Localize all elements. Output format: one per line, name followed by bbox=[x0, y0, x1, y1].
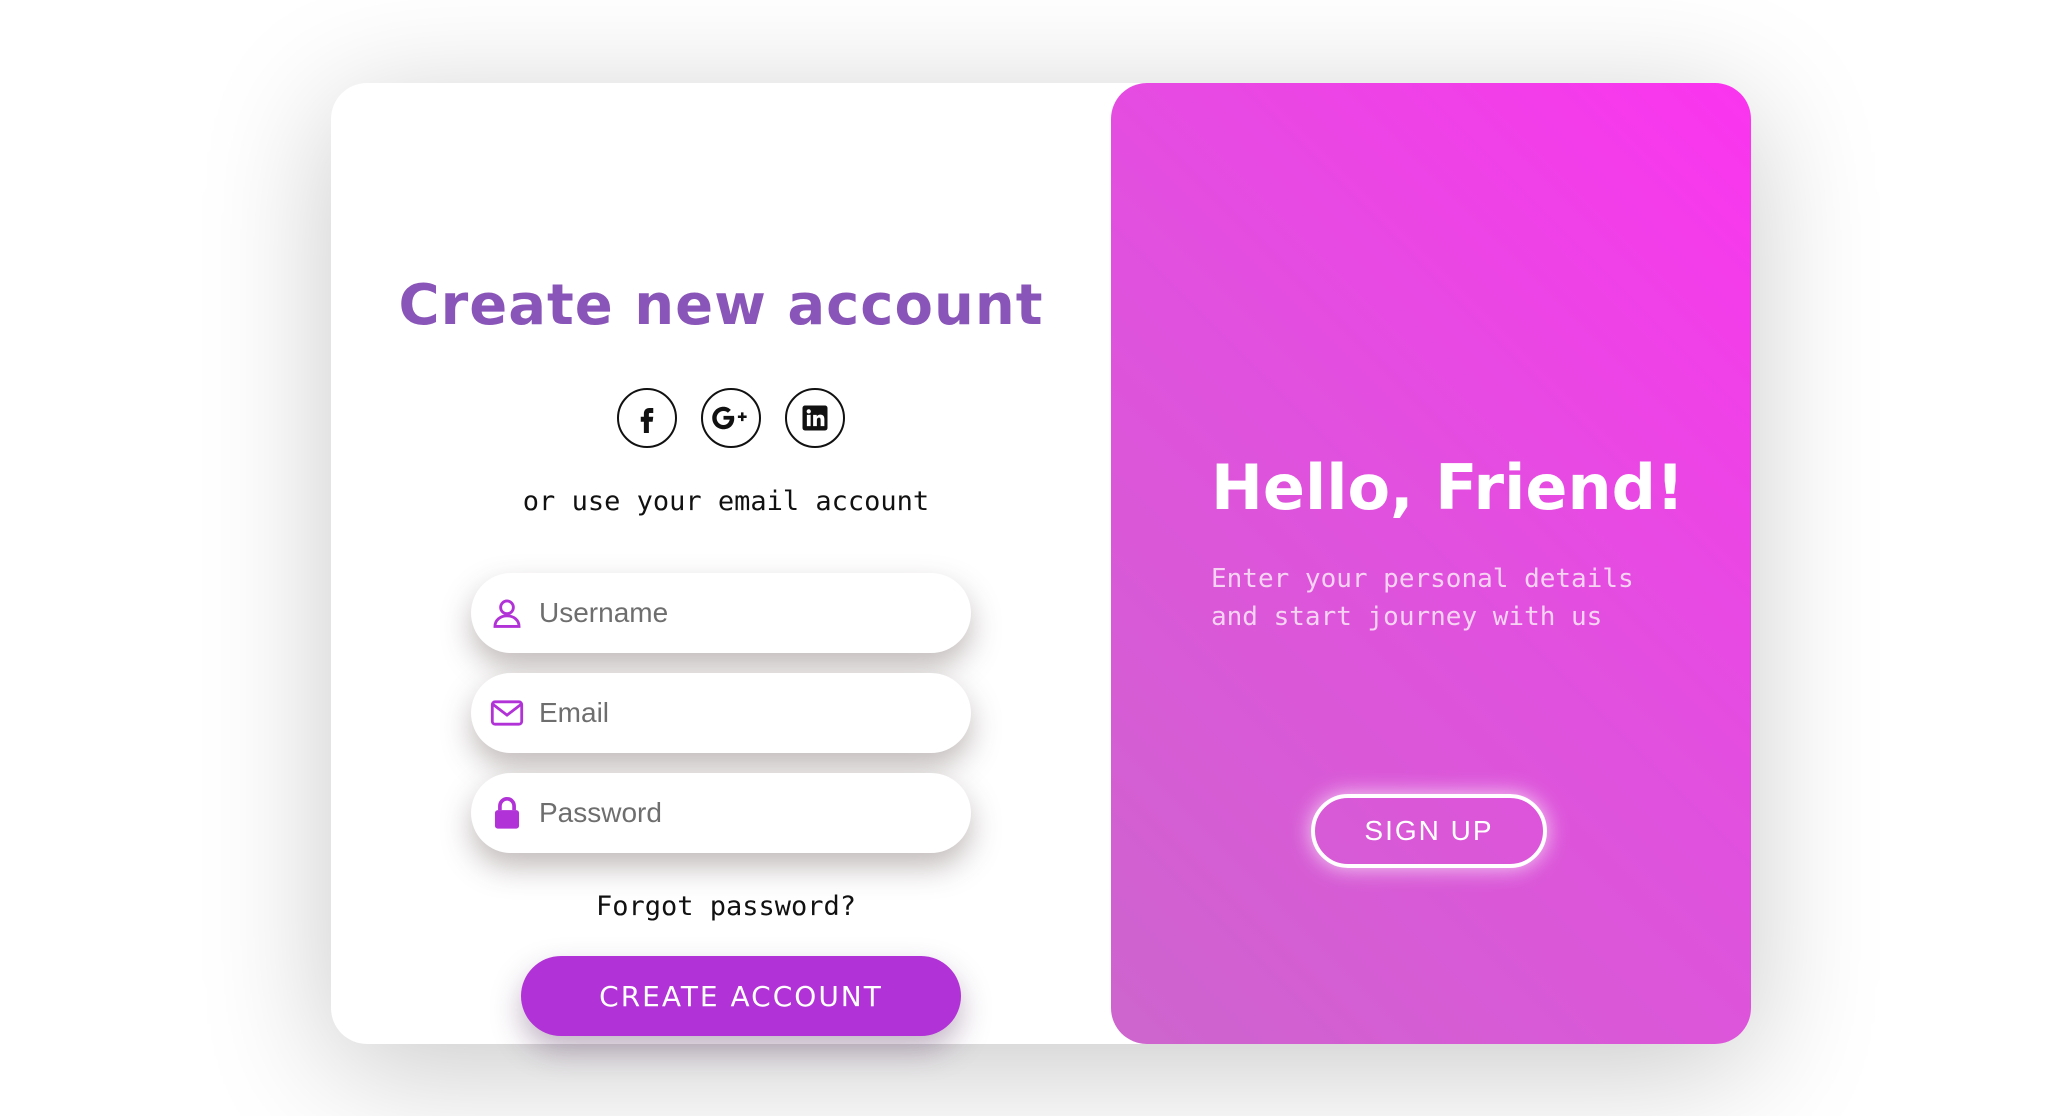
facebook-icon bbox=[640, 408, 654, 433]
form-title: Create new account bbox=[398, 273, 1044, 338]
facebook-button[interactable] bbox=[617, 388, 677, 448]
email-field[interactable] bbox=[471, 673, 971, 753]
password-field[interactable] bbox=[471, 773, 971, 853]
password-input[interactable] bbox=[537, 796, 941, 830]
username-field[interactable] bbox=[471, 573, 971, 653]
email-input[interactable] bbox=[537, 696, 941, 730]
sign-up-form-panel: Create new account or use your email acc… bbox=[331, 83, 1111, 1044]
email-option-text: or use your email account bbox=[522, 486, 930, 517]
forgot-password-link[interactable]: Forgot password? bbox=[331, 891, 1121, 922]
sign-up-button[interactable]: SIGN UP bbox=[1311, 794, 1547, 868]
google-plus-button[interactable] bbox=[701, 388, 761, 448]
create-account-button[interactable]: CREATE ACCOUNT bbox=[521, 956, 961, 1036]
social-login-group bbox=[617, 388, 857, 452]
page: Create new account or use your email acc… bbox=[0, 0, 2056, 1116]
user-icon bbox=[489, 595, 525, 631]
mail-icon bbox=[489, 695, 525, 731]
auth-card: Create new account or use your email acc… bbox=[331, 83, 1751, 1044]
linkedin-button[interactable] bbox=[785, 388, 845, 448]
welcome-panel: Hello, Friend! Enter your personal detai… bbox=[1111, 83, 1751, 1044]
lock-icon bbox=[489, 795, 525, 831]
welcome-subtitle: Enter your personal details and start jo… bbox=[1211, 564, 1634, 632]
linkedin-icon bbox=[802, 405, 828, 431]
google-plus-icon bbox=[712, 406, 747, 430]
username-input[interactable] bbox=[537, 596, 941, 630]
welcome-title: Hello, Friend! bbox=[1211, 451, 1685, 524]
